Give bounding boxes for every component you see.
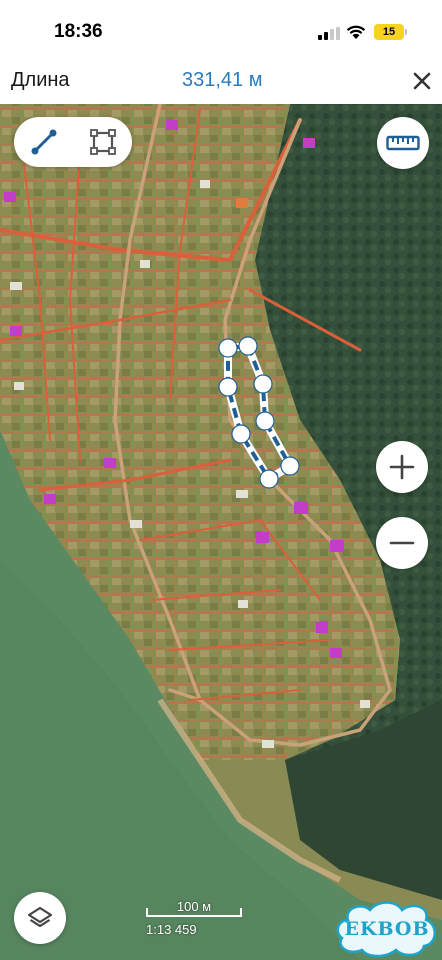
status-bar: 18:36 15: [0, 0, 442, 60]
wifi-icon: [346, 25, 366, 39]
area-measure-button[interactable]: [73, 117, 132, 167]
battery-level: 15: [382, 26, 396, 38]
measure-header: Длина 331,41 м: [0, 60, 442, 105]
line-measure-button[interactable]: [14, 117, 73, 167]
signal-icon: [318, 27, 340, 40]
close-button[interactable]: [407, 66, 437, 96]
measure-vertex[interactable]: [259, 469, 279, 489]
watermark-text: EKBOB: [344, 918, 430, 940]
plus-icon: [389, 454, 415, 480]
measure-vertex[interactable]: [253, 374, 273, 394]
measure-mode-toggle: [14, 117, 132, 167]
zoom-out-button[interactable]: [376, 517, 428, 569]
header-title: Длина: [11, 69, 70, 91]
battery-icon: 15: [374, 24, 407, 40]
ruler-icon: [386, 135, 420, 151]
measure-vertex[interactable]: [231, 424, 251, 444]
minus-icon: [389, 541, 415, 545]
close-icon: [413, 72, 431, 90]
satellite-map: [0, 104, 442, 960]
zoom-in-button[interactable]: [376, 441, 428, 493]
scale-label: 100 м: [176, 899, 212, 914]
measure-vertex[interactable]: [280, 456, 300, 476]
scale-ratio: 1:13 459: [146, 922, 197, 937]
layers-icon: [27, 906, 53, 928]
length-value: 331,41 м: [182, 69, 263, 91]
measure-vertex[interactable]: [218, 338, 238, 358]
ruler-button[interactable]: [377, 117, 429, 169]
map-view[interactable]: [0, 104, 442, 960]
line-measure-icon: [31, 129, 56, 155]
status-time: 18:36: [54, 21, 103, 42]
measure-vertex[interactable]: [255, 411, 275, 431]
area-measure-icon: [89, 129, 116, 155]
measure-vertex[interactable]: [218, 377, 238, 397]
measure-vertex[interactable]: [238, 336, 258, 356]
layers-button[interactable]: [14, 892, 66, 944]
